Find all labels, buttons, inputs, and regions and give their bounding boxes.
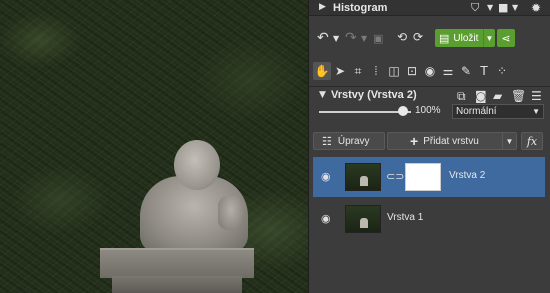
straighten-tool-icon[interactable]: ⦙: [367, 62, 385, 80]
opacity-row: 100% Normální ▼: [309, 104, 550, 120]
more-tools-icon[interactable]: ⁘: [493, 62, 511, 80]
chevron-down-icon[interactable]: ▼: [483, 29, 495, 47]
chevron-down-icon[interactable]: ▼: [512, 3, 518, 12]
mask-icon[interactable]: ◙: [475, 89, 487, 103]
brush-tool-icon[interactable]: ✎: [457, 62, 475, 80]
edits-button-label: Úpravy: [337, 135, 370, 147]
caret-down-icon[interactable]: ▼: [319, 90, 326, 100]
layers-title: Vrstvy (Vrstva 2): [331, 89, 417, 101]
fx-label: fx: [526, 134, 538, 148]
eye-tool-icon[interactable]: ◉: [421, 62, 439, 80]
photo-canvas[interactable]: [0, 0, 308, 293]
layer-thumbnail: [345, 163, 381, 191]
visibility-eye-icon[interactable]: ◉: [321, 212, 331, 225]
save-button-label: Uložit: [453, 32, 479, 44]
menu-icon[interactable]: ☰: [531, 89, 542, 103]
histogram-header[interactable]: ▶ Histogram ⛉ ▼ ■ ▼ ✹: [309, 0, 550, 16]
filter-tool-icon[interactable]: ⚌: [439, 62, 457, 80]
adjustments-icon: ☷: [322, 135, 332, 148]
share-button[interactable]: ⋖: [497, 29, 515, 47]
edits-button[interactable]: ☷ Úpravy: [313, 132, 385, 150]
layers-panel-header[interactable]: ▼ Vrstvy (Vrstva 2) ⧉ ◙ ▰ 🗑 ☰: [309, 86, 550, 104]
layer-thumbnail: [345, 205, 381, 233]
app-window: ▶ Histogram ⛉ ▼ ■ ▼ ✹ ↶ ▼ ↷ ▼ ▣ ⟲ ⟳ ▤ Ul…: [0, 0, 550, 293]
fx-button[interactable]: fx: [521, 132, 543, 150]
layer-name: Vrstva 1: [387, 212, 424, 223]
settings-icon[interactable]: ✹: [531, 1, 541, 15]
rotate-left-icon[interactable]: ⟲: [397, 30, 407, 44]
layer-row-vrstva-2[interactable]: ◉ ⊂⊃ Vrstva 2: [313, 157, 545, 197]
histogram-title: Histogram: [333, 2, 388, 14]
undo-icon[interactable]: ↶: [317, 30, 329, 46]
rotate-right-icon[interactable]: ⟳: [413, 30, 423, 44]
perspective-tool-icon[interactable]: ◫: [385, 62, 403, 80]
tools-toolbar: ✋ ➤ ⌗ ⦙ ◫ ⊡ ◉ ⚌ ✎ T ⁘: [309, 60, 550, 82]
duplicate-layer-icon[interactable]: ⧉: [457, 89, 466, 104]
buddha-statue-head: [174, 140, 220, 190]
stone-pedestal: [100, 248, 254, 278]
chevron-down-icon[interactable]: ▼: [333, 34, 339, 43]
layer-mask-thumbnail[interactable]: [405, 163, 441, 191]
hand-tool-icon[interactable]: ✋: [313, 62, 331, 80]
save-button[interactable]: ▤ Uložit ▼: [435, 29, 495, 47]
layer-name: Vrstva 2: [449, 170, 486, 181]
share-icon: ⋖: [501, 32, 511, 45]
pointer-tool-icon[interactable]: ➤: [331, 62, 349, 80]
chevron-down-icon[interactable]: ▼: [502, 133, 516, 149]
link-icon[interactable]: ⊂⊃: [386, 170, 404, 183]
adjust-tool-icon[interactable]: ⊡: [403, 62, 421, 80]
caret-right-icon[interactable]: ▶: [319, 2, 326, 12]
opacity-value: 100%: [415, 105, 441, 116]
crop-tool-icon[interactable]: ⌗: [349, 62, 367, 80]
main-toolbar: ↶ ▼ ↷ ▼ ▣ ⟲ ⟳ ▤ Uložit ▼ ⋖: [309, 24, 550, 52]
visibility-eye-icon[interactable]: ◉: [321, 170, 331, 183]
image-icon[interactable]: ▣: [373, 32, 383, 45]
blend-mode-select[interactable]: Normální ▼: [452, 104, 544, 119]
folder-icon[interactable]: ▰: [493, 89, 502, 103]
text-tool-icon[interactable]: T: [475, 62, 493, 80]
layer-actions-row: ☷ Úpravy + Přidat vrstvu ▼ fx: [309, 130, 550, 152]
opacity-slider-handle[interactable]: [398, 106, 408, 116]
delete-layer-icon[interactable]: 🗑: [511, 89, 526, 103]
stone-pedestal-base: [112, 276, 242, 293]
cart-icon[interactable]: ⛉: [471, 1, 479, 15]
plus-icon: +: [410, 133, 419, 149]
buddha-statue-hand: [218, 196, 244, 230]
layer-row-vrstva-1[interactable]: ◉ Vrstva 1: [313, 199, 545, 239]
right-panel: ▶ Histogram ⛉ ▼ ■ ▼ ✹ ↶ ▼ ↷ ▼ ▣ ⟲ ⟳ ▤ Ul…: [308, 0, 550, 293]
add-layer-label: Přidat vrstvu: [423, 135, 479, 147]
add-layer-button[interactable]: + Přidat vrstvu ▼: [387, 132, 517, 150]
blend-mode-value: Normální: [456, 106, 497, 117]
chevron-down-icon[interactable]: ▼: [487, 3, 493, 12]
redo-icon[interactable]: ↷: [345, 30, 357, 46]
save-disk-icon: ▤: [439, 32, 450, 45]
chevron-down-icon[interactable]: ▼: [361, 34, 367, 43]
chevron-down-icon: ▼: [532, 107, 540, 116]
view-mode-icon[interactable]: ■: [498, 1, 508, 14]
